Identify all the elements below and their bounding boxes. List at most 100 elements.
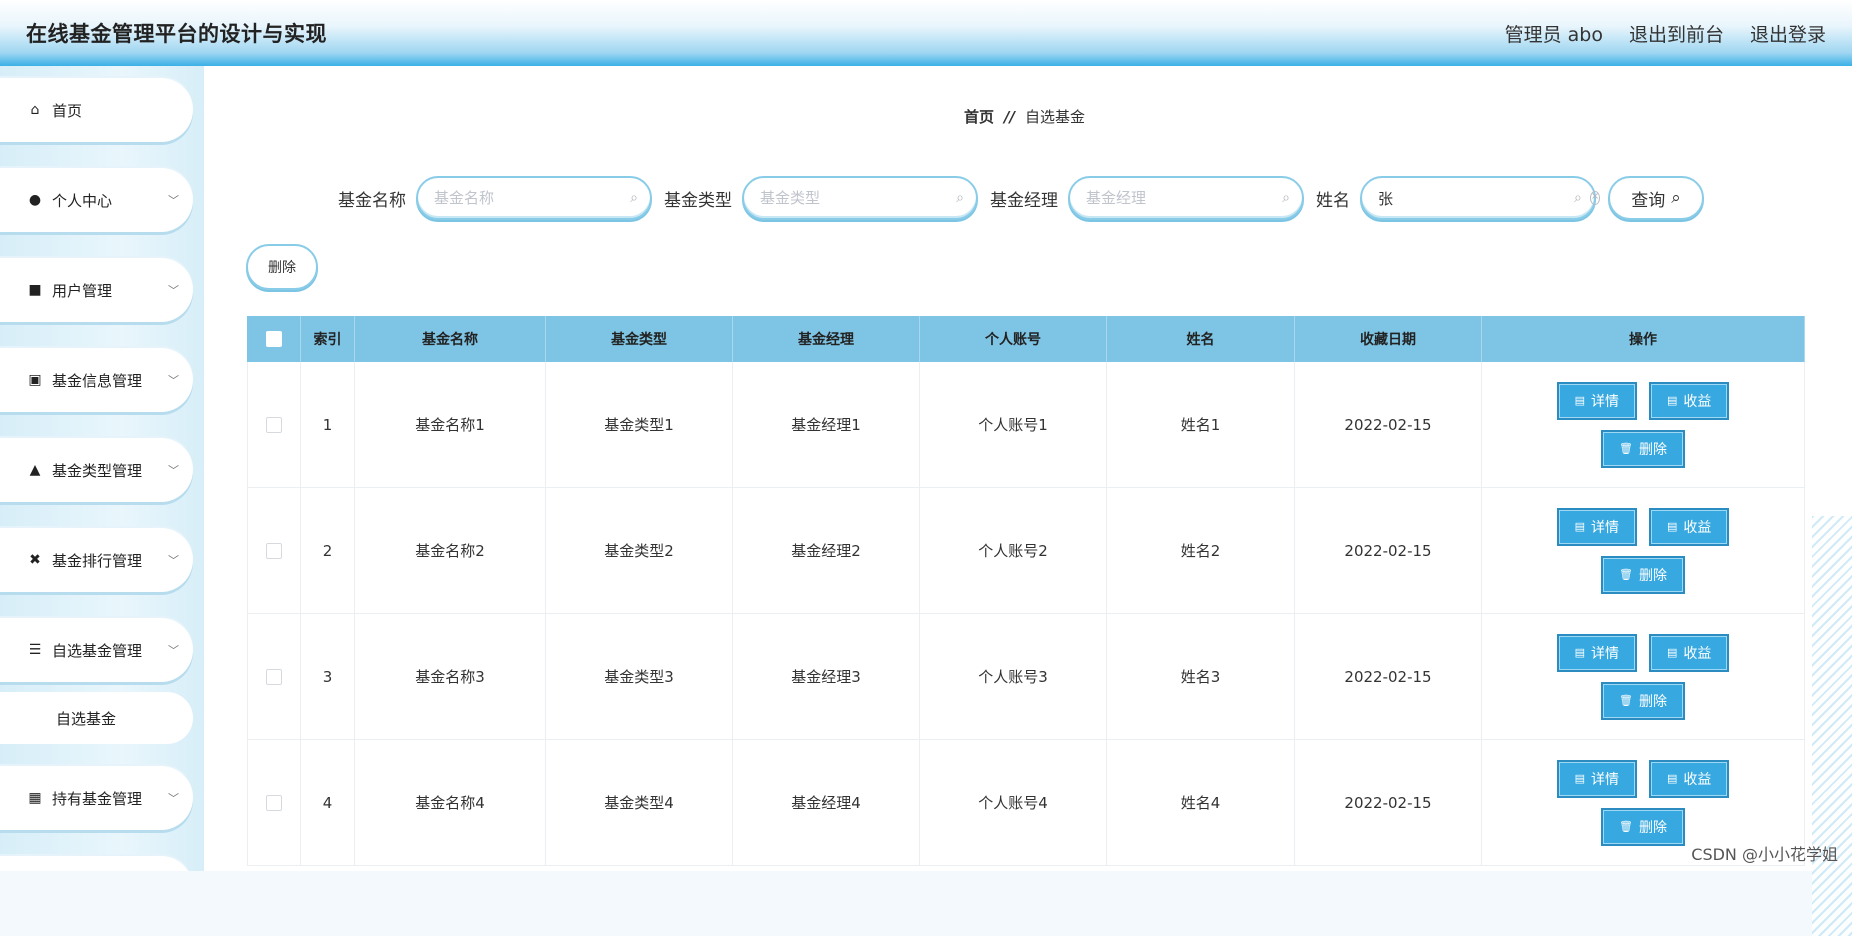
breadcrumb-separator: // <box>1004 107 1015 126</box>
cell-name: 姓名2 <box>1107 488 1295 613</box>
cell-account: 个人账号4 <box>920 740 1107 865</box>
row-checkbox[interactable] <box>266 542 282 559</box>
row-select-cell <box>247 488 301 613</box>
search-icon: ⌕ <box>630 190 638 206</box>
cell-fund-manager: 基金经理1 <box>733 362 920 487</box>
header-account: 个人账号 <box>920 316 1107 362</box>
sidebar-item-label: 基金信息管理 <box>52 371 143 390</box>
detail-button[interactable]: ▤ 详情 <box>1556 507 1637 546</box>
sidebar-item-favorite-fund[interactable]: ☰ 自选基金管理 ﹀ <box>0 618 193 682</box>
home-icon: ⌂ <box>30 102 40 118</box>
detail-button[interactable]: ▤ 详情 <box>1556 759 1637 798</box>
chevron-down-icon: ﹀ <box>168 464 179 477</box>
name-field: ⌕ × <box>1360 176 1601 220</box>
users-icon: ■ <box>28 282 42 298</box>
delete-button[interactable]: 🗑 删除 <box>1601 681 1685 720</box>
table-row: 3 基金名称3 基金类型3 基金经理3 个人账号3 姓名3 2022-02-15… <box>247 614 1805 740</box>
cell-fund-name: 基金名称3 <box>355 614 546 739</box>
sidebar-item-more[interactable] <box>0 856 193 871</box>
top-header: 在线基金管理平台的设计与实现 管理员 abo 退出到前台 退出登录 <box>0 0 1852 66</box>
sidebar-item-home[interactable]: ⌂ 首页 <box>0 78 193 142</box>
sidebar-item-label: 用户管理 <box>52 281 113 300</box>
header-fund-name: 基金名称 <box>355 316 546 362</box>
row-select-cell <box>247 614 301 739</box>
cell-name: 姓名4 <box>1107 740 1295 865</box>
sidebar-item-personal-center[interactable]: ● 个人中心 ﹀ <box>0 168 193 232</box>
name-label: 姓名 <box>1316 190 1350 211</box>
breadcrumb-home[interactable]: 首页 <box>964 106 994 127</box>
cell-fund-manager: 基金经理4 <box>733 740 920 865</box>
header-actions: 管理员 abo 退出到前台 退出登录 <box>1505 20 1826 47</box>
favorite-fund-table: 索引 基金名称 基金类型 基金经理 个人账号 姓名 收藏日期 操作 1 基金名称… <box>247 316 1805 866</box>
cell-fund-manager: 基金经理2 <box>733 488 920 613</box>
fund-type-label: 基金类型 <box>664 190 732 211</box>
delete-button[interactable]: 🗑 删除 <box>1601 807 1685 846</box>
row-select-cell <box>247 362 301 487</box>
table-row: 2 基金名称2 基金类型2 基金经理2 个人账号2 姓名2 2022-02-15… <box>247 488 1805 614</box>
name-input[interactable] <box>1376 188 1574 208</box>
sidebar-item-fund-type[interactable]: ▲ 基金类型管理 ﹀ <box>0 438 193 502</box>
row-checkbox[interactable] <box>266 794 282 811</box>
clear-icon[interactable]: × <box>1589 191 1601 205</box>
cell-fund-type: 基金类型4 <box>546 740 733 865</box>
fund-manager-input[interactable] <box>1084 188 1283 208</box>
fund-manager-field: ⌕ <box>1068 176 1304 220</box>
detail-button[interactable]: ▤ 详情 <box>1556 381 1637 420</box>
trash-icon: 🗑 <box>1619 568 1633 581</box>
document-icon: ▤ <box>1574 772 1585 785</box>
batch-delete-button[interactable]: 删除 <box>246 244 318 290</box>
delete-button[interactable]: 🗑 删除 <box>1601 555 1685 594</box>
document-icon: ▣ <box>28 372 42 388</box>
sidebar-subitem-label: 自选基金 <box>56 709 117 728</box>
document-icon: ▤ <box>1667 646 1678 659</box>
cell-fund-name: 基金名称2 <box>355 488 546 613</box>
cell-fund-name: 基金名称4 <box>355 740 546 865</box>
user-icon: ● <box>28 192 42 208</box>
sidebar-item-holding-fund[interactable]: ▦ 持有基金管理 ﹀ <box>0 766 193 830</box>
profit-button[interactable]: ▤ 收益 <box>1649 759 1730 798</box>
trash-icon: 🗑 <box>1619 442 1633 455</box>
sidebar-subitem-favorite-fund[interactable]: 自选基金 <box>0 692 193 744</box>
select-all-checkbox[interactable] <box>265 331 282 347</box>
chevron-down-icon: ﹀ <box>168 194 179 207</box>
chevron-down-icon: ﹀ <box>168 554 179 567</box>
sidebar-item-user-management[interactable]: ■ 用户管理 ﹀ <box>0 258 193 322</box>
search-icon: ⌕ <box>1574 190 1582 206</box>
row-checkbox[interactable] <box>266 416 282 433</box>
document-icon: ▤ <box>1574 520 1585 533</box>
sidebar: ⌂ 首页 ● 个人中心 ﹀ ■ 用户管理 ﹀ ▣ 基金信息管理 ﹀ ▲ 基金类型… <box>0 66 204 871</box>
chevron-down-icon: ﹀ <box>168 792 179 805</box>
profit-button[interactable]: ▤ 收益 <box>1649 381 1730 420</box>
cell-fund-type: 基金类型2 <box>546 488 733 613</box>
table-header: 索引 基金名称 基金类型 基金经理 个人账号 姓名 收藏日期 操作 <box>247 316 1805 362</box>
search-icon: ⌕ <box>1282 190 1290 206</box>
fund-name-input[interactable] <box>432 188 631 208</box>
document-icon: ▤ <box>1574 646 1585 659</box>
breadcrumb-current: 自选基金 <box>1024 108 1085 126</box>
cell-date: 2022-02-15 <box>1295 614 1482 739</box>
admin-label: 管理员 abo <box>1504 23 1603 46</box>
row-checkbox[interactable] <box>266 668 282 685</box>
query-button[interactable]: 查询 ⌕ <box>1608 176 1704 220</box>
query-button-label: 查询 <box>1631 190 1666 211</box>
delete-button[interactable]: 🗑 删除 <box>1601 429 1685 468</box>
logout-link[interactable]: 退出登录 <box>1750 20 1826 47</box>
decorative-stripes <box>1812 516 1852 936</box>
cell-index: 4 <box>301 740 355 865</box>
fund-type-input[interactable] <box>758 188 957 208</box>
search-bar: 基金名称 ⌕ 基金类型 ⌕ 基金经理 ⌕ 姓名 ⌕ × 查询 ⌕ <box>338 174 1704 222</box>
profit-button[interactable]: ▤ 收益 <box>1649 633 1730 672</box>
sidebar-item-fund-ranking[interactable]: ✖ 基金排行管理 ﹀ <box>0 528 193 592</box>
breadcrumb: 首页 // 自选基金 <box>964 106 1085 127</box>
exit-to-front-link[interactable]: 退出到前台 <box>1629 20 1724 47</box>
table-row: 1 基金名称1 基金类型1 基金经理1 个人账号1 姓名1 2022-02-15… <box>247 362 1805 488</box>
row-select-cell <box>247 740 301 865</box>
profit-button[interactable]: ▤ 收益 <box>1649 507 1730 546</box>
trash-icon: 🗑 <box>1619 694 1633 707</box>
sidebar-item-fund-info[interactable]: ▣ 基金信息管理 ﹀ <box>0 348 193 412</box>
fund-name-label: 基金名称 <box>338 190 406 211</box>
fund-manager-label: 基金经理 <box>990 190 1058 211</box>
header-date: 收藏日期 <box>1295 316 1482 362</box>
chevron-down-icon: ﹀ <box>168 374 179 387</box>
detail-button[interactable]: ▤ 详情 <box>1556 633 1637 672</box>
